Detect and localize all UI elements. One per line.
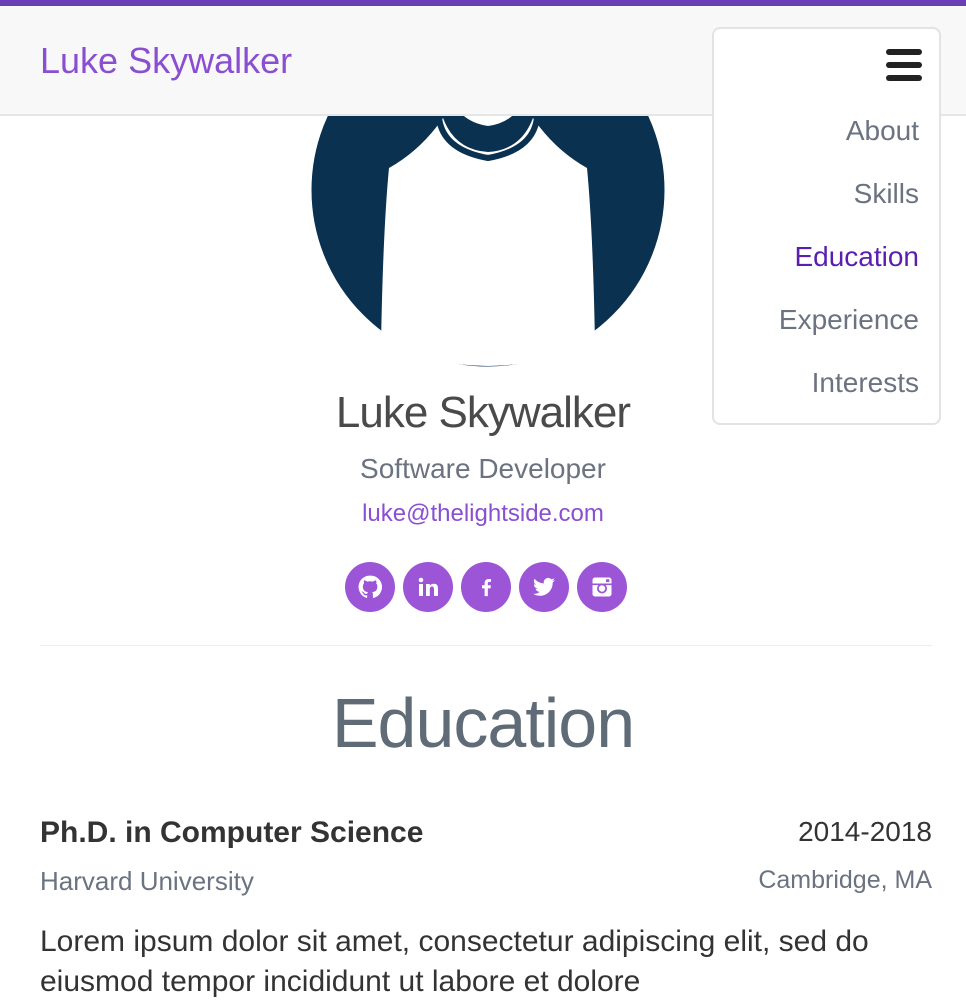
nav-item-interests[interactable]: Interests	[812, 367, 919, 399]
github-icon[interactable]	[345, 562, 395, 612]
education-description: Lorem ipsum dolor sit amet, consectetur …	[40, 925, 869, 998]
section-title: Education	[331, 684, 635, 762]
education-school: Harvard University	[40, 866, 254, 896]
nav-item-about[interactable]: About	[846, 115, 919, 147]
profile-role: Software Developer	[360, 453, 606, 484]
instagram-icon[interactable]	[577, 562, 627, 612]
linkedin-icon[interactable]	[403, 562, 453, 612]
nav-item-education[interactable]: Education	[794, 241, 919, 273]
social-links	[345, 562, 635, 612]
twitter-icon[interactable]	[519, 562, 569, 612]
brand-link[interactable]: Luke Skywalker	[40, 40, 292, 82]
facebook-icon[interactable]	[461, 562, 511, 612]
profile-email-link[interactable]: luke@thelightside.com	[0, 500, 966, 528]
education-degree: Ph.D. in Computer Science	[40, 816, 424, 849]
education-location: Cambridge, MA	[758, 866, 932, 894]
hamburger-menu-icon[interactable]	[886, 47, 924, 81]
education-years: 2014-2018	[798, 816, 932, 847]
nav-dropdown: About Skills Education Experience Intere…	[712, 27, 941, 425]
nav-item-experience[interactable]: Experience	[779, 304, 919, 336]
section-divider	[40, 645, 932, 646]
nav-item-skills[interactable]: Skills	[854, 178, 919, 210]
